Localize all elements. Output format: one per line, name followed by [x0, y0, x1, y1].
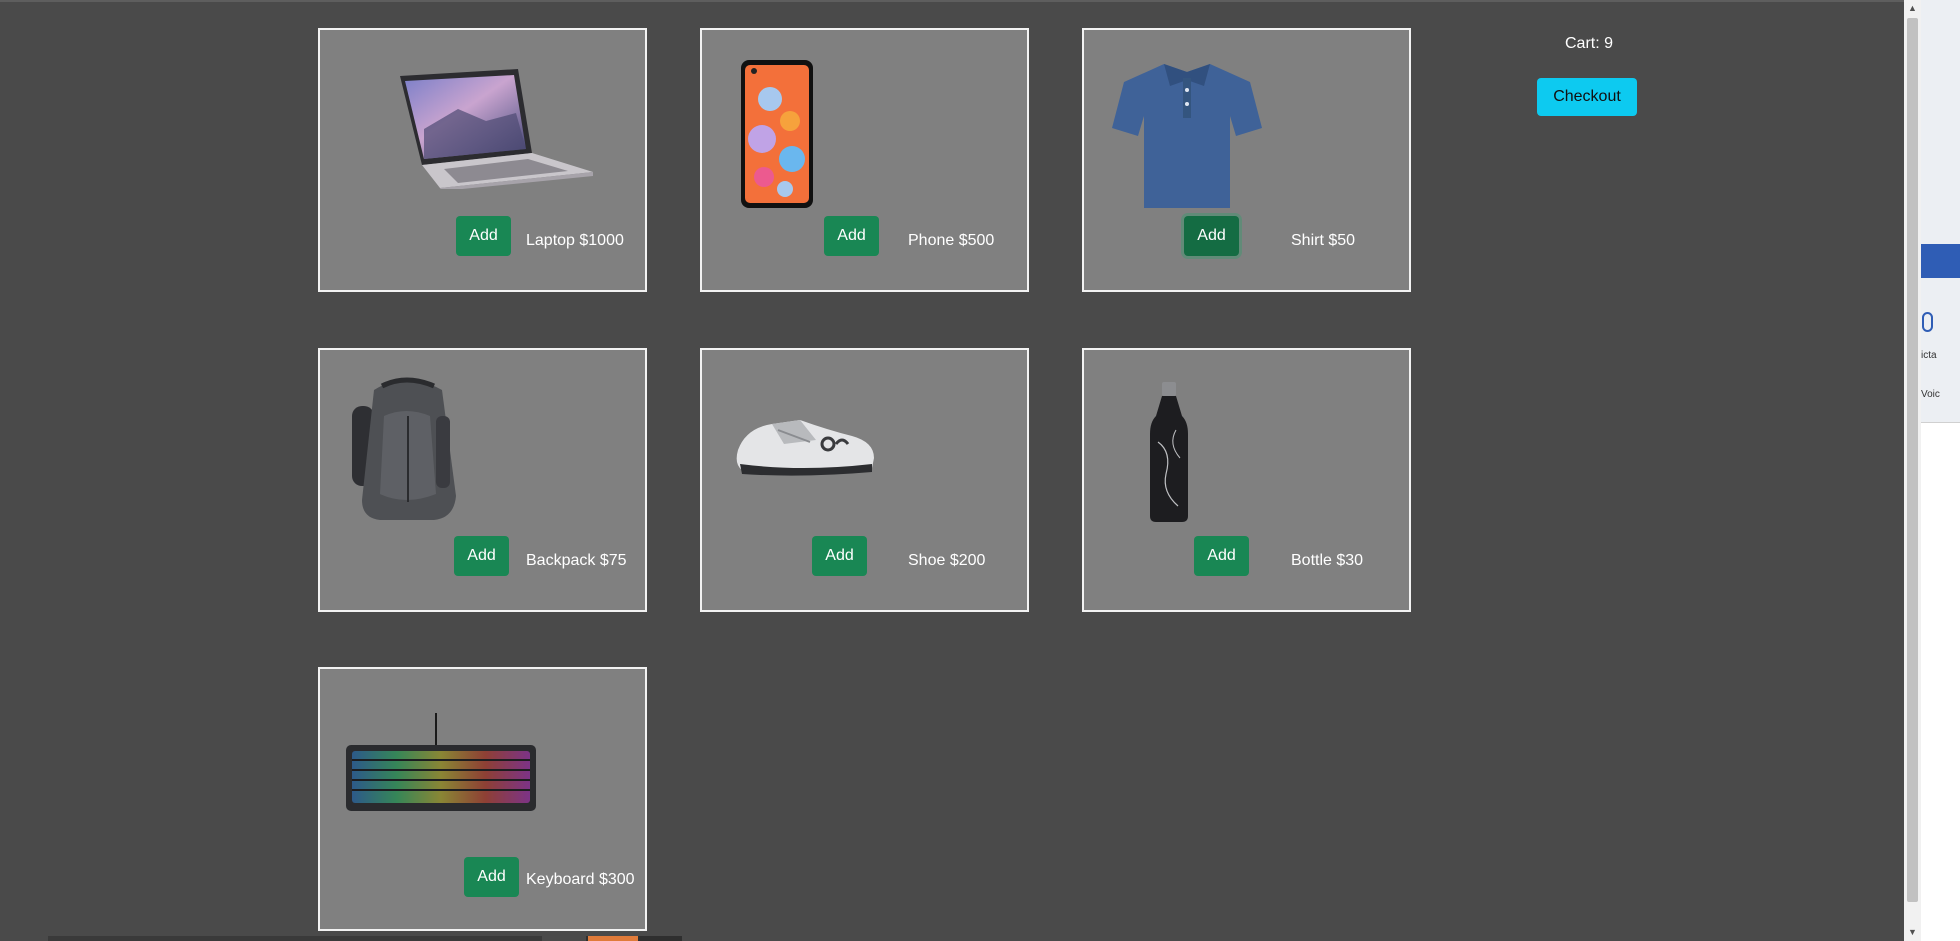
- product-label-laptop: Laptop $1000: [526, 232, 624, 249]
- add-shoe-button[interactable]: Add: [812, 536, 867, 576]
- bottle-image: [1150, 382, 1188, 522]
- product-label-shoe: Shoe $200: [908, 552, 986, 569]
- checkout-button[interactable]: Checkout: [1537, 78, 1637, 116]
- vertical-scrollbar[interactable]: ▲ ▼: [1904, 0, 1921, 941]
- product-label-backpack: Backpack $75: [526, 552, 627, 569]
- product-card-bottle: Add Bottle $30: [1082, 348, 1411, 612]
- add-laptop-button[interactable]: Add: [456, 216, 511, 256]
- side-panel-text-1: icta: [1921, 350, 1937, 361]
- product-card-shirt: Add Shirt $50: [1082, 28, 1411, 292]
- scroll-up-arrow-icon[interactable]: ▲: [1904, 0, 1921, 17]
- product-label-keyboard: Keyboard $300: [526, 871, 635, 888]
- shirt-image: [1112, 64, 1262, 208]
- keyboard-image: [346, 713, 536, 811]
- scroll-down-arrow-icon[interactable]: ▼: [1904, 924, 1921, 941]
- cart-count: Cart: 9: [1565, 35, 1614, 52]
- add-backpack-button[interactable]: Add: [454, 536, 509, 576]
- product-card-phone: Add Phone $500: [700, 28, 1029, 292]
- laptop-image: [400, 69, 593, 189]
- shoe-image: [736, 420, 874, 476]
- phone-image: [741, 60, 813, 208]
- product-card-shoe: Add Shoe $200: [700, 348, 1029, 612]
- product-card-backpack: Add Backpack $75: [318, 348, 647, 612]
- side-panel-strip: icta Voic: [1921, 0, 1960, 941]
- side-panel-blue-bar: [1921, 244, 1960, 278]
- bottom-edge-bar: [48, 936, 542, 941]
- product-card-laptop: Add Laptop $1000: [318, 28, 647, 292]
- microphone-icon[interactable]: [1922, 312, 1933, 332]
- add-phone-button[interactable]: Add: [824, 216, 879, 256]
- product-label-bottle: Bottle $30: [1291, 552, 1364, 569]
- scrollbar-thumb[interactable]: [1907, 18, 1918, 902]
- side-panel-text-2: Voic: [1921, 389, 1940, 400]
- add-shirt-button[interactable]: Add: [1184, 216, 1239, 256]
- add-keyboard-button[interactable]: Add: [464, 857, 519, 897]
- backpack-image: [352, 377, 456, 520]
- product-card-keyboard: Add Keyboard $300: [318, 667, 647, 931]
- product-label-shirt: Shirt $50: [1291, 232, 1356, 249]
- bottom-edge-accent: [588, 936, 638, 941]
- top-border: [0, 0, 1960, 2]
- side-panel-body: [1921, 422, 1960, 941]
- add-bottle-button[interactable]: Add: [1194, 536, 1249, 576]
- product-label-phone: Phone $500: [908, 232, 995, 249]
